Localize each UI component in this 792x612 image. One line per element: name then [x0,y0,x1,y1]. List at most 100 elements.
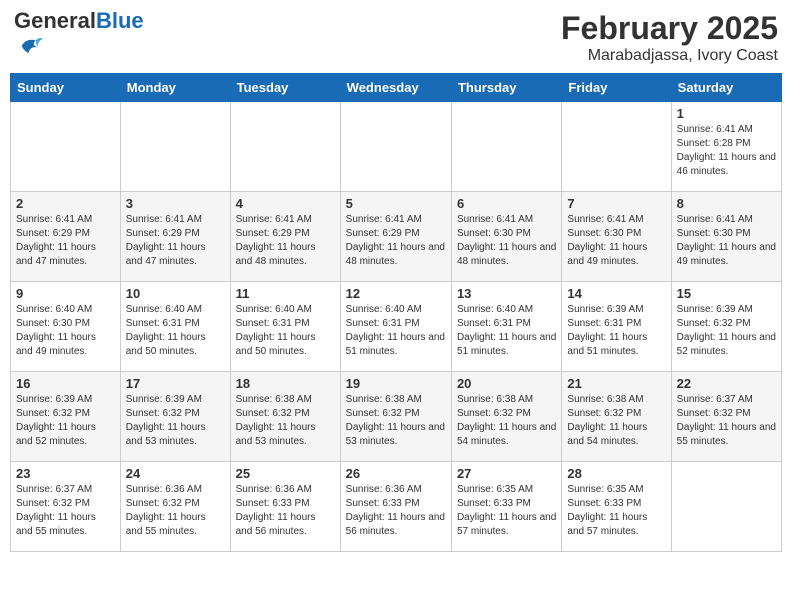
calendar-cell: 8 Sunrise: 6:41 AM Sunset: 6:30 PM Daylig… [671,192,781,282]
calendar-cell: 27 Sunrise: 6:35 AM Sunset: 6:33 PM Dayli… [451,462,561,552]
calendar-cell [120,102,230,192]
calendar-cell: 24Sunrise: 6:36 AM Sunset: 6:32 PM Dayli… [120,462,230,552]
day-number: 16 [16,376,115,391]
day-info: Sunrise: 6:39 AM Sunset: 6:32 PM Dayligh… [126,393,225,449]
calendar-cell: 7 Sunrise: 6:41 AM Sunset: 6:30 PM Daylig… [562,192,671,282]
day-info: Sunrise: 6:38 AM Sunset: 6:32 PM Dayligh… [346,393,446,449]
day-number: 2 [16,196,115,211]
logo-general-text: General [14,8,96,33]
day-info: Sunrise: 6:38 AM Sunset: 6:32 PM Dayligh… [236,393,335,449]
calendar-cell: 12 Sunrise: 6:40 AM Sunset: 6:31 PM Dayli… [340,282,451,372]
day-info: Sunrise: 6:35 AM Sunset: 6:33 PM Dayligh… [457,483,556,539]
day-number: 1 [677,106,776,121]
day-number: 13 [457,286,556,301]
day-info: Sunrise: 6:37 AM Sunset: 6:32 PM Dayligh… [16,483,115,539]
calendar-cell: 2 Sunrise: 6:41 AM Sunset: 6:29 PM Daylig… [11,192,121,282]
day-info: Sunrise: 6:40 AM Sunset: 6:31 PM Dayligh… [346,303,446,359]
calendar-cell: 5 Sunrise: 6:41 AM Sunset: 6:29 PM Daylig… [340,192,451,282]
month-year-title: February 2025 [561,10,778,47]
day-info: Sunrise: 6:41 AM Sunset: 6:29 PM Dayligh… [236,213,335,269]
day-info: Sunrise: 6:37 AM Sunset: 6:32 PM Dayligh… [677,393,776,449]
day-number: 4 [236,196,335,211]
weekday-header-wednesday: Wednesday [340,74,451,102]
day-info: Sunrise: 6:36 AM Sunset: 6:32 PM Dayligh… [126,483,225,539]
calendar-cell: 15 Sunrise: 6:39 AM Sunset: 6:32 PM Dayli… [671,282,781,372]
weekday-header-monday: Monday [120,74,230,102]
day-info: Sunrise: 6:40 AM Sunset: 6:31 PM Dayligh… [126,303,225,359]
calendar-week-row: 23 Sunrise: 6:37 AM Sunset: 6:32 PM Dayli… [11,462,782,552]
day-info: Sunrise: 6:40 AM Sunset: 6:31 PM Dayligh… [457,303,556,359]
calendar-week-row: 2 Sunrise: 6:41 AM Sunset: 6:29 PM Daylig… [11,192,782,282]
calendar-cell: 4 Sunrise: 6:41 AM Sunset: 6:29 PM Daylig… [230,192,340,282]
day-info: Sunrise: 6:41 AM Sunset: 6:30 PM Dayligh… [677,213,776,269]
calendar-cell [451,102,561,192]
day-info: Sunrise: 6:36 AM Sunset: 6:33 PM Dayligh… [236,483,335,539]
logo: GeneralBlue [14,10,144,65]
calendar-cell: 25 Sunrise: 6:36 AM Sunset: 6:33 PM Dayli… [230,462,340,552]
day-info: Sunrise: 6:41 AM Sunset: 6:30 PM Dayligh… [567,213,665,269]
day-info: Sunrise: 6:41 AM Sunset: 6:29 PM Dayligh… [16,213,115,269]
calendar-cell [11,102,121,192]
day-number: 20 [457,376,556,391]
day-number: 28 [567,466,665,481]
day-number: 9 [16,286,115,301]
calendar-cell: 10 Sunrise: 6:40 AM Sunset: 6:31 PM Dayli… [120,282,230,372]
weekday-header-thursday: Thursday [451,74,561,102]
day-number: 27 [457,466,556,481]
day-info: Sunrise: 6:36 AM Sunset: 6:33 PM Dayligh… [346,483,446,539]
day-info: Sunrise: 6:39 AM Sunset: 6:32 PM Dayligh… [16,393,115,449]
day-info: Sunrise: 6:41 AM Sunset: 6:29 PM Dayligh… [346,213,446,269]
day-info: Sunrise: 6:41 AM Sunset: 6:29 PM Dayligh… [126,213,225,269]
title-area: February 2025 Marabadjassa, Ivory Coast [561,10,778,65]
day-number: 3 [126,196,225,211]
day-number: 17 [126,376,225,391]
day-info: Sunrise: 6:38 AM Sunset: 6:32 PM Dayligh… [567,393,665,449]
day-info: Sunrise: 6:38 AM Sunset: 6:32 PM Dayligh… [457,393,556,449]
day-number: 11 [236,286,335,301]
page-header: GeneralBlue February 2025 Marabadjassa, … [10,10,782,65]
calendar-cell: 11 Sunrise: 6:40 AM Sunset: 6:31 PM Dayli… [230,282,340,372]
calendar-cell: 13 Sunrise: 6:40 AM Sunset: 6:31 PM Dayli… [451,282,561,372]
calendar-cell: 14 Sunrise: 6:39 AM Sunset: 6:31 PM Dayli… [562,282,671,372]
day-number: 14 [567,286,665,301]
day-number: 26 [346,466,446,481]
day-number: 5 [346,196,446,211]
weekday-header-tuesday: Tuesday [230,74,340,102]
day-number: 10 [126,286,225,301]
calendar-week-row: 1 Sunrise: 6:41 AM Sunset: 6:28 PM Daylig… [11,102,782,192]
calendar-header-row: SundayMondayTuesdayWednesdayThursdayFrid… [11,74,782,102]
calendar-cell: 1 Sunrise: 6:41 AM Sunset: 6:28 PM Daylig… [671,102,781,192]
calendar-week-row: 9 Sunrise: 6:40 AM Sunset: 6:30 PM Daylig… [11,282,782,372]
weekday-header-sunday: Sunday [11,74,121,102]
calendar-cell: 22 Sunrise: 6:37 AM Sunset: 6:32 PM Dayli… [671,372,781,462]
calendar-table: SundayMondayTuesdayWednesdayThursdayFrid… [10,73,782,552]
day-number: 21 [567,376,665,391]
day-info: Sunrise: 6:41 AM Sunset: 6:28 PM Dayligh… [677,123,776,179]
day-number: 22 [677,376,776,391]
weekday-header-friday: Friday [562,74,671,102]
day-number: 15 [677,286,776,301]
calendar-cell [230,102,340,192]
calendar-week-row: 16 Sunrise: 6:39 AM Sunset: 6:32 PM Dayli… [11,372,782,462]
day-info: Sunrise: 6:39 AM Sunset: 6:31 PM Dayligh… [567,303,665,359]
weekday-header-saturday: Saturday [671,74,781,102]
day-number: 19 [346,376,446,391]
logo-blue-text: Blue [96,8,144,33]
day-number: 8 [677,196,776,211]
calendar-cell: 18 Sunrise: 6:38 AM Sunset: 6:32 PM Dayli… [230,372,340,462]
day-info: Sunrise: 6:40 AM Sunset: 6:30 PM Dayligh… [16,303,115,359]
day-number: 25 [236,466,335,481]
logo-bird-icon [16,32,44,60]
day-number: 12 [346,286,446,301]
day-info: Sunrise: 6:39 AM Sunset: 6:32 PM Dayligh… [677,303,776,359]
calendar-cell: 16 Sunrise: 6:39 AM Sunset: 6:32 PM Dayli… [11,372,121,462]
calendar-cell: 23 Sunrise: 6:37 AM Sunset: 6:32 PM Dayli… [11,462,121,552]
calendar-cell [562,102,671,192]
calendar-cell: 6Sunrise: 6:41 AM Sunset: 6:30 PM Daylig… [451,192,561,282]
day-number: 23 [16,466,115,481]
day-info: Sunrise: 6:40 AM Sunset: 6:31 PM Dayligh… [236,303,335,359]
day-info: Sunrise: 6:35 AM Sunset: 6:33 PM Dayligh… [567,483,665,539]
day-number: 7 [567,196,665,211]
calendar-cell: 9 Sunrise: 6:40 AM Sunset: 6:30 PM Daylig… [11,282,121,372]
day-number: 18 [236,376,335,391]
